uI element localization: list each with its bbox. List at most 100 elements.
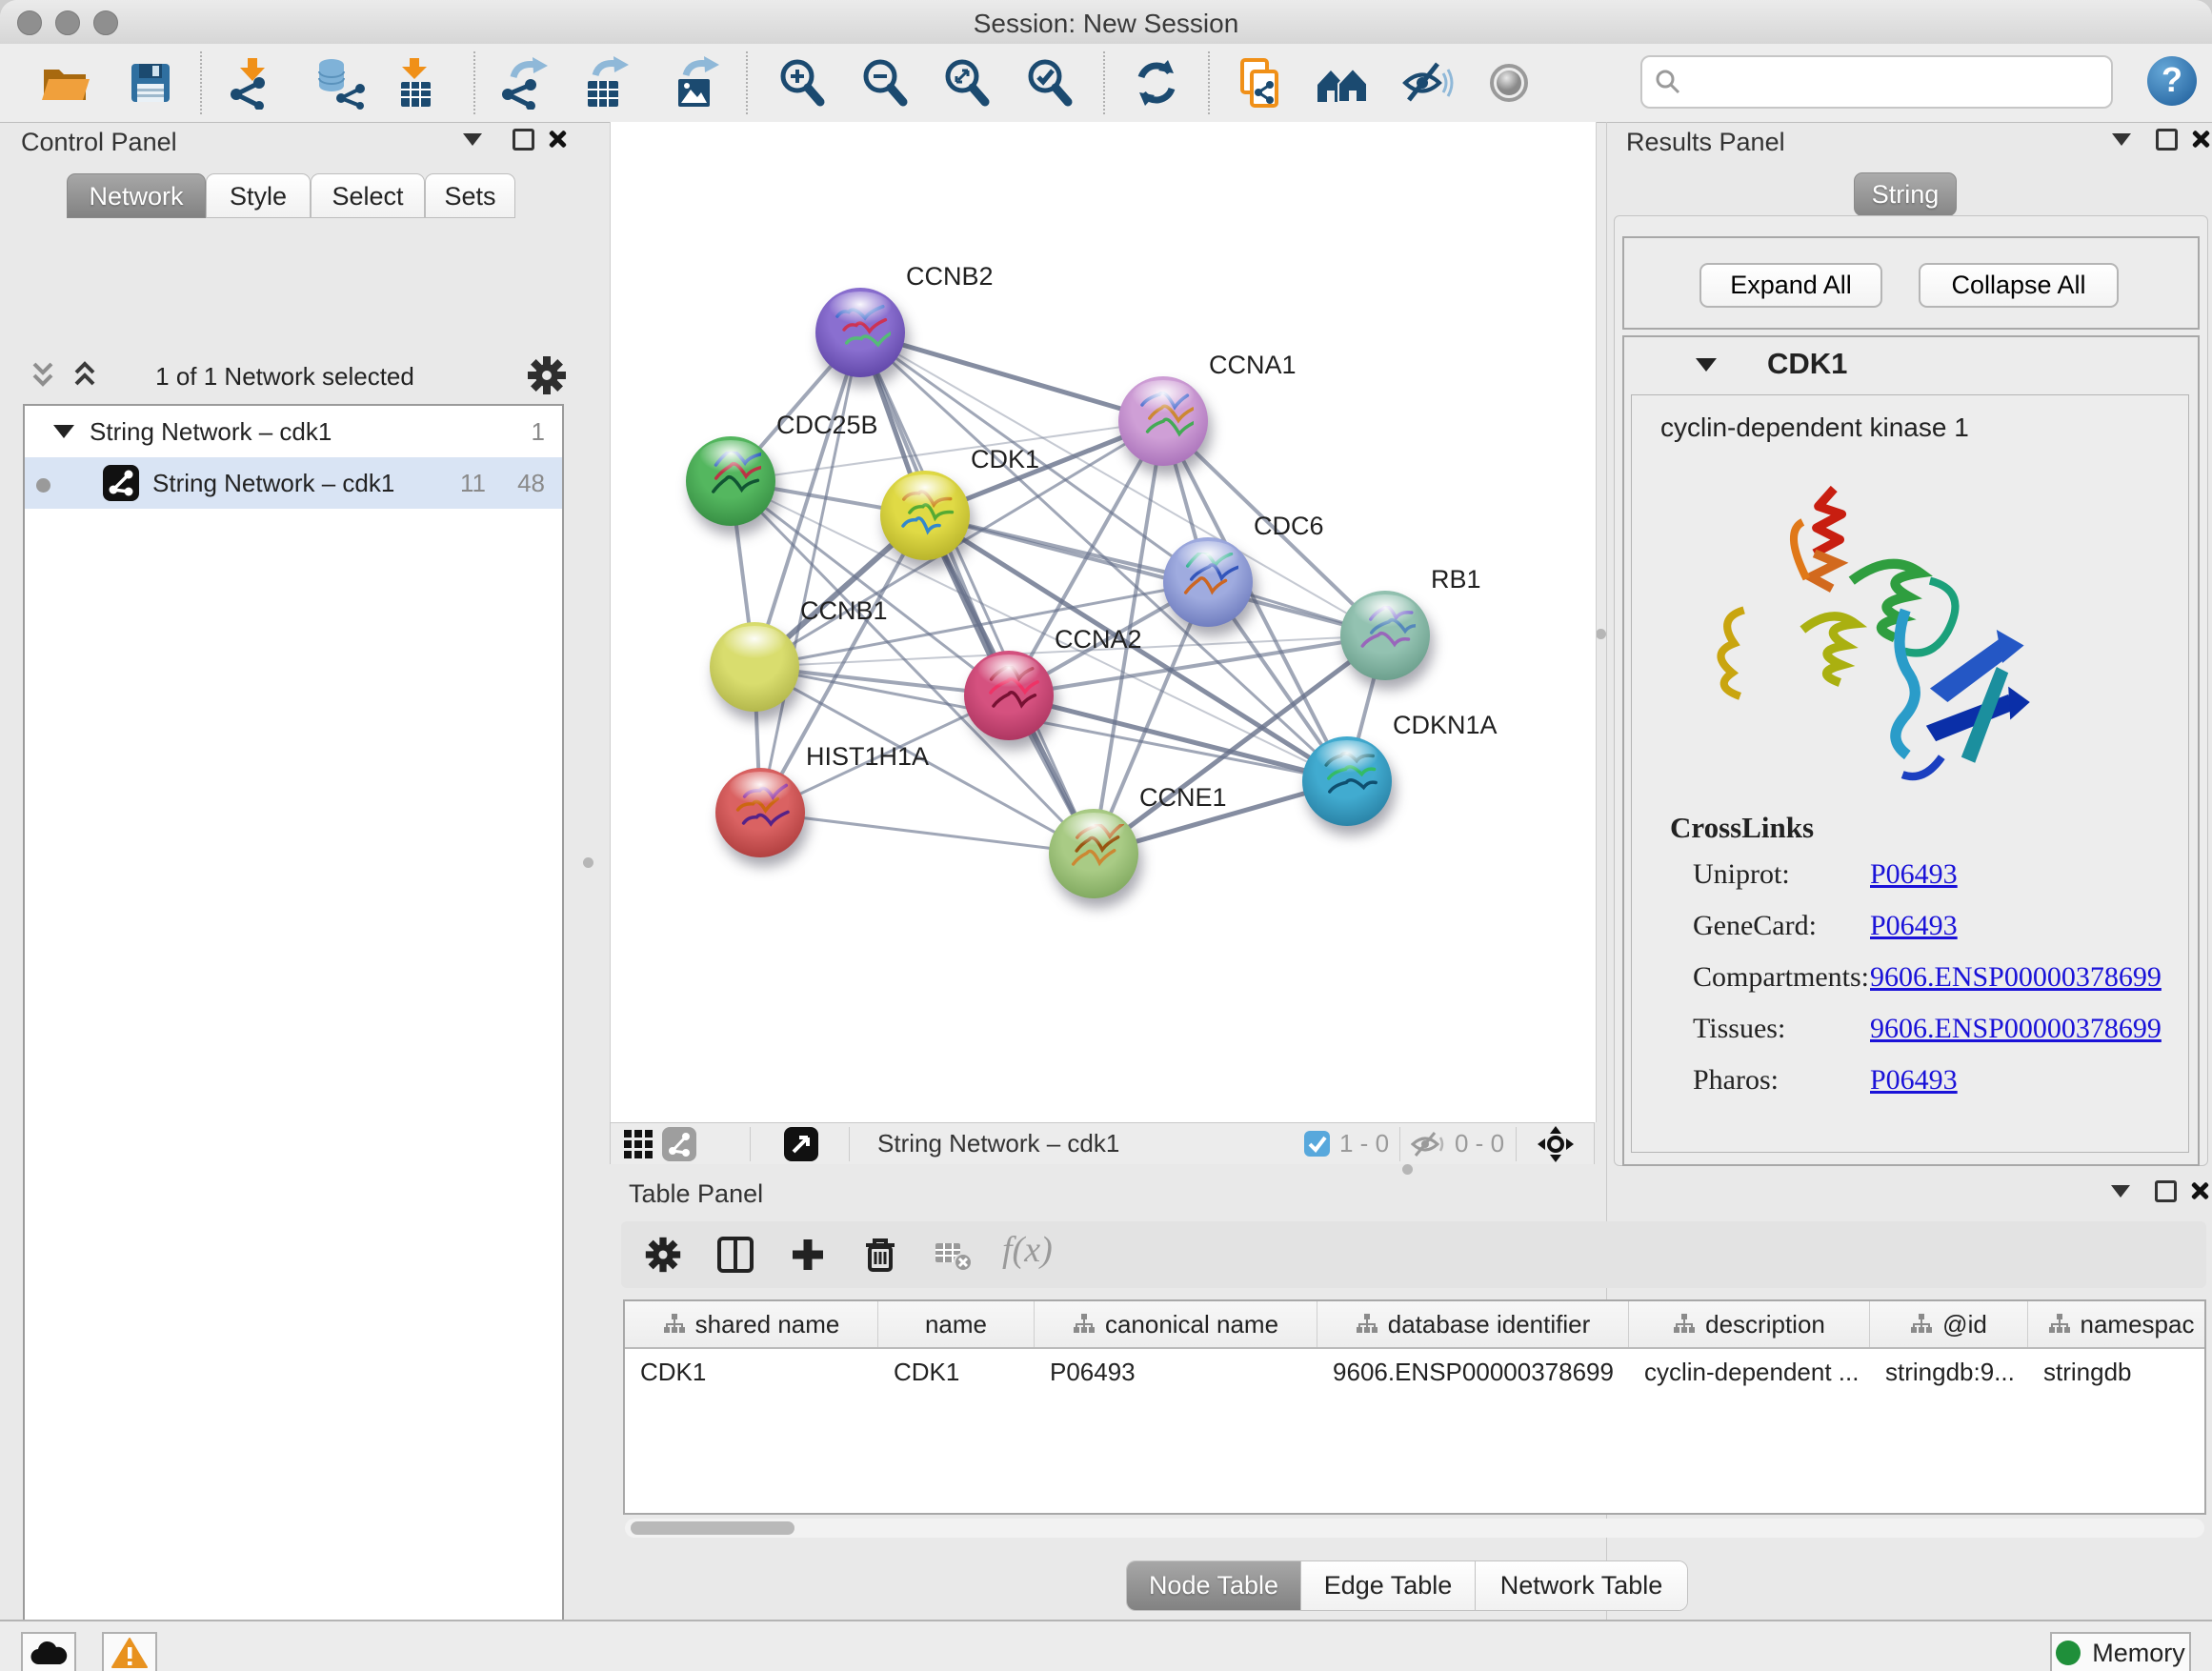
column-type-icon	[1910, 1313, 1933, 1336]
crosslink-link[interactable]: 9606.ENSP00000378699	[1870, 1013, 2162, 1045]
network-node-cdk1[interactable]	[880, 471, 970, 560]
panel-close-icon[interactable]	[2190, 129, 2211, 150]
gene-entry-content: cyclin-dependent kinase 1 CrossLinks Uni…	[1631, 394, 2189, 1153]
table-cell[interactable]: CDK1	[878, 1349, 1035, 1395]
tab-network-table[interactable]: Network Table	[1476, 1561, 1687, 1610]
export-network-icon[interactable]	[498, 56, 552, 110]
network-node-cdc25b[interactable]	[686, 436, 775, 526]
import-network-database-icon[interactable]	[312, 56, 366, 110]
network-node-ccna2[interactable]	[964, 651, 1054, 740]
table-row[interactable]: CDK1CDK1P064939606.ENSP00000378699cyclin…	[625, 1349, 2204, 1395]
panel-float-icon[interactable]	[2155, 1180, 2177, 1202]
panel-close-icon[interactable]	[547, 129, 568, 150]
collapse-all-button[interactable]: Collapse All	[1919, 263, 2119, 308]
expand-all-button[interactable]: Expand All	[1699, 263, 1882, 308]
network-node-ccnb2[interactable]	[815, 288, 905, 377]
network-node-ccna1[interactable]	[1118, 376, 1208, 466]
crosslink-link[interactable]: P06493	[1870, 858, 1958, 891]
hidden-eye-slash-icon[interactable]	[1411, 1131, 1447, 1162]
table-cell[interactable]: stringdb	[2028, 1349, 2206, 1395]
network-edge[interactable]	[760, 332, 860, 813]
new-annotation-icon[interactable]	[1233, 56, 1286, 110]
table-cell[interactable]: cyclin-dependent ...	[1629, 1349, 1870, 1395]
birds-eye-view-icon[interactable]	[1537, 1125, 1575, 1168]
search-input[interactable]	[1640, 55, 2113, 109]
warning-button[interactable]	[102, 1632, 157, 1671]
table-settings-gear-icon[interactable]	[644, 1236, 682, 1274]
memory-button[interactable]: Memory	[2050, 1632, 2191, 1671]
network-edge[interactable]	[860, 332, 1163, 421]
network-node-ccne1[interactable]	[1049, 809, 1138, 898]
column-header--id[interactable]: @id	[1870, 1301, 2028, 1347]
table-cell[interactable]: CDK1	[625, 1349, 878, 1395]
panel-menu-icon[interactable]	[463, 133, 482, 146]
tab-node-table[interactable]: Node Table	[1127, 1561, 1301, 1610]
delete-column-icon[interactable]	[861, 1236, 899, 1274]
zoom-fit-icon[interactable]	[940, 56, 994, 110]
zoom-in-icon[interactable]	[775, 56, 829, 110]
gene-collapse-icon[interactable]	[1696, 358, 1717, 372]
table-cell[interactable]: stringdb:9...	[1870, 1349, 2028, 1395]
panel-float-icon[interactable]	[513, 129, 534, 151]
column-header-database-identifier[interactable]: database identifier	[1317, 1301, 1629, 1347]
panel-float-icon[interactable]	[2156, 129, 2178, 151]
tab-select[interactable]: Select	[311, 173, 425, 218]
table-horizontal-scrollbar[interactable]	[625, 1519, 2204, 1538]
network-node-rb1[interactable]	[1340, 591, 1430, 680]
network-tree-root-row[interactable]: String Network – cdk1 1	[25, 406, 562, 457]
import-network-file-icon[interactable]	[225, 56, 278, 110]
zoom-selected-icon[interactable]	[1023, 56, 1076, 110]
network-list-gear-icon[interactable]	[526, 354, 568, 403]
share-view-icon[interactable]	[662, 1127, 696, 1166]
show-all-icon[interactable]	[1482, 56, 1536, 110]
column-header-namespac[interactable]: namespac	[2028, 1301, 2206, 1347]
network-edge[interactable]	[860, 332, 1094, 854]
open-session-icon[interactable]	[38, 56, 91, 110]
network-node-cdc6[interactable]	[1163, 537, 1253, 627]
tab-edge-table[interactable]: Edge Table	[1301, 1561, 1476, 1610]
apply-function-icon[interactable]: f(x)	[1002, 1229, 1053, 1271]
table-cell[interactable]: P06493	[1035, 1349, 1317, 1395]
help-button[interactable]: ?	[2147, 56, 2197, 106]
network-canvas[interactable]: CCNB2CCNA1CDC25BCDK1CDC6RB1CCNB1CCNA2CDK…	[610, 122, 1597, 1122]
crosslink-link[interactable]: P06493	[1870, 1064, 1958, 1097]
panel-menu-icon[interactable]	[2112, 133, 2131, 146]
left-splitter-handle[interactable]	[583, 857, 593, 868]
external-link-icon[interactable]	[784, 1127, 818, 1166]
crosslink-link[interactable]: P06493	[1870, 910, 1958, 942]
delete-table-icon[interactable]	[934, 1236, 972, 1274]
selected-checkbox-icon[interactable]	[1304, 1131, 1330, 1161]
scrollbar-thumb[interactable]	[631, 1521, 794, 1535]
network-node-cdkn1a[interactable]	[1302, 736, 1392, 826]
panel-menu-icon[interactable]	[2111, 1185, 2130, 1198]
network-node-hist1h1a[interactable]	[715, 768, 805, 857]
add-column-icon[interactable]	[789, 1236, 827, 1274]
tab-style[interactable]: Style	[206, 173, 311, 218]
panel-close-icon[interactable]	[2189, 1180, 2210, 1201]
tab-sets[interactable]: Sets	[425, 173, 515, 218]
first-neighbors-icon[interactable]	[1315, 56, 1368, 110]
column-header-description[interactable]: description	[1629, 1301, 1870, 1347]
network-tree-child-row[interactable]: String Network – cdk1 11 48	[25, 457, 562, 509]
column-header-shared-name[interactable]: shared name	[625, 1301, 878, 1347]
save-session-icon[interactable]	[124, 56, 177, 110]
network-node-ccnb1[interactable]	[710, 622, 799, 712]
tab-string[interactable]: String	[1854, 172, 1957, 216]
tree-collapse-icon[interactable]	[53, 425, 74, 438]
zoom-out-icon[interactable]	[858, 56, 912, 110]
column-header-name[interactable]: name	[878, 1301, 1035, 1347]
cloud-button[interactable]	[21, 1632, 76, 1671]
column-header-canonical-name[interactable]: canonical name	[1035, 1301, 1317, 1347]
export-image-icon[interactable]	[669, 56, 722, 110]
import-table-file-icon[interactable]	[389, 56, 442, 110]
export-table-icon[interactable]	[578, 56, 632, 110]
show-columns-icon[interactable]	[716, 1236, 754, 1274]
refresh-view-icon[interactable]	[1130, 56, 1183, 110]
hide-selected-icon[interactable]	[1400, 56, 1454, 110]
grid-view-icon[interactable]	[624, 1130, 653, 1163]
tab-network[interactable]: Network	[67, 173, 206, 218]
crosslink-link[interactable]: 9606.ENSP00000378699	[1870, 961, 2162, 994]
table-cell[interactable]: 9606.ENSP00000378699	[1317, 1349, 1629, 1395]
network-edge[interactable]	[760, 813, 1094, 854]
right-splitter-handle[interactable]	[1596, 629, 1606, 639]
